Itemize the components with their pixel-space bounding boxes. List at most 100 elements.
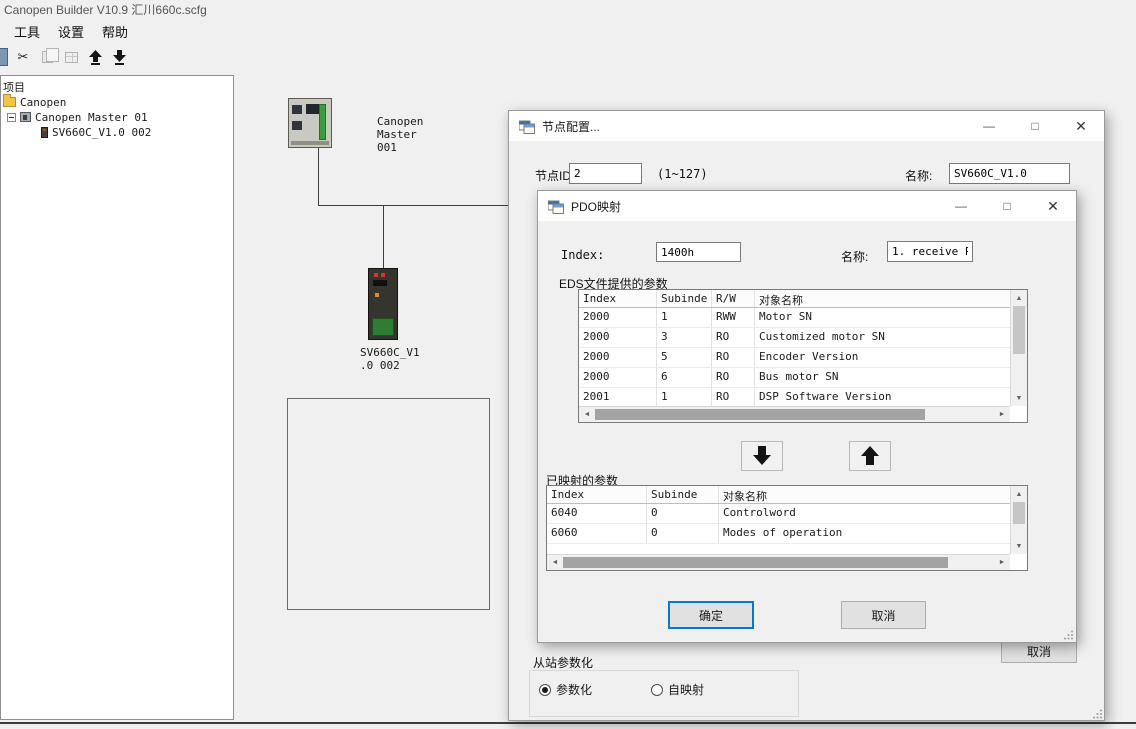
header-index[interactable]: Index	[579, 290, 657, 307]
menu-item-settings[interactable]: 设置	[58, 22, 84, 41]
pdo-dialog-titlebar[interactable]: PDO映射 — □ ✕	[538, 191, 1076, 221]
upload-icon[interactable]	[86, 48, 104, 66]
paste-icon[interactable]	[62, 48, 80, 66]
master-device-label: Canopen Master 001	[377, 115, 423, 154]
pdo-name-input[interactable]	[887, 241, 973, 262]
table-row[interactable]: 2000 6 RO Bus motor SN	[579, 368, 1010, 388]
cell-rw: RO	[712, 388, 755, 406]
header-index[interactable]: Index	[547, 486, 647, 503]
scrollbar-thumb[interactable]	[1013, 306, 1025, 354]
pdo-ok-button[interactable]: 确定	[668, 601, 754, 629]
table-row[interactable]: 2000 1 RWW Motor SN	[579, 308, 1010, 328]
menu-item-tools[interactable]: 工具	[14, 22, 40, 41]
header-rw[interactable]: R/W	[712, 290, 755, 307]
slave-drop-line	[383, 205, 384, 268]
node-id-input[interactable]	[569, 163, 642, 184]
dialog-title: 节点配置...	[542, 118, 600, 135]
radio-parameterize[interactable]: 参数化	[539, 681, 592, 698]
table-header-row: Index Subinde R/W 对象名称	[579, 290, 1010, 308]
scroll-right-icon[interactable]: ►	[994, 554, 1010, 570]
canvas-bottom-border	[0, 722, 1136, 724]
table-row[interactable]: 6040 0 Controlword	[547, 504, 1010, 524]
table-row[interactable]: 2000 3 RO Customized motor SN	[579, 328, 1010, 348]
tree-item-canopen-master[interactable]: Canopen Master 01	[7, 110, 148, 124]
table-row[interactable]: 6060 0 Modes of operation	[547, 524, 1010, 544]
cell-rw: RWW	[712, 308, 755, 327]
scrollbar-thumb[interactable]	[563, 557, 948, 568]
download-icon[interactable]	[110, 48, 128, 66]
app-window: Canopen Builder V10.9 汇川660c.scfg 工具 设置 …	[0, 0, 1136, 729]
map-down-button[interactable]	[741, 441, 783, 471]
slave-connector-icon	[372, 318, 394, 336]
tree-item-canopen[interactable]: Canopen	[3, 95, 66, 109]
close-icon[interactable]: ✕	[1058, 111, 1104, 141]
sv660c-slave-device[interactable]	[368, 268, 398, 340]
pdo-cancel-button[interactable]: 取消	[841, 601, 926, 629]
scroll-up-icon[interactable]: ▲	[1011, 290, 1027, 306]
radio-selected-icon[interactable]	[539, 684, 551, 696]
cell-subindex: 0	[647, 504, 719, 523]
vertical-scrollbar[interactable]: ▲ ▼	[1010, 290, 1027, 406]
cell-index: 2000	[579, 348, 657, 367]
scroll-left-icon[interactable]: ◄	[547, 554, 563, 570]
up-arrow-glyph	[89, 50, 102, 65]
mapped-table-rows: Index Subinde 对象名称 6040 0 Controlword 60…	[547, 486, 1010, 554]
cell-rw: RO	[712, 368, 755, 387]
scroll-right-icon[interactable]: ►	[994, 406, 1010, 422]
header-subindex[interactable]: Subinde	[657, 290, 712, 307]
collapse-expander-icon[interactable]	[7, 113, 16, 122]
map-up-button[interactable]	[849, 441, 891, 471]
vertical-scrollbar[interactable]: ▲ ▼	[1010, 486, 1027, 554]
scrollbar-thumb[interactable]	[595, 409, 925, 420]
minimize-icon[interactable]: —	[966, 111, 1012, 141]
radio-unselected-icon[interactable]	[651, 684, 663, 696]
slave-param-group-label: 从站参数化	[533, 654, 593, 671]
cell-subindex: 1	[657, 308, 712, 327]
menu-item-help[interactable]: 帮助	[102, 22, 128, 41]
copy-icon[interactable]	[38, 48, 56, 66]
canopen-master-device[interactable]	[288, 98, 332, 148]
pdo-index-input[interactable]	[656, 242, 741, 262]
node-name-input[interactable]	[949, 163, 1070, 184]
dialog-title: PDO映射	[571, 198, 621, 215]
thick-down-arrow-icon	[753, 446, 771, 466]
header-object-name[interactable]: 对象名称	[755, 290, 1010, 307]
node-id-range: (1~127)	[657, 167, 708, 181]
form-icon	[548, 199, 564, 214]
slave-display-icon	[373, 280, 387, 286]
resize-grip-icon[interactable]	[1092, 708, 1103, 719]
pdo-name-label: 名称:	[841, 248, 868, 265]
cut-icon[interactable]: ✂	[14, 48, 32, 66]
cell-object-name: Encoder Version	[755, 348, 1010, 367]
minimize-icon[interactable]: —	[938, 191, 984, 221]
radio-label: 参数化	[556, 681, 592, 698]
node-dialog-titlebar[interactable]: 节点配置... — □ ✕	[509, 111, 1104, 141]
window-controls: — □ ✕	[966, 111, 1104, 141]
resize-grip-icon[interactable]	[1063, 629, 1074, 640]
header-object-name[interactable]: 对象名称	[719, 486, 1010, 503]
header-subindex[interactable]: Subinde	[647, 486, 719, 503]
menubar: 工具 设置 帮助	[0, 20, 128, 42]
pdo-mapping-dialog: PDO映射 — □ ✕ Index: 名称: EDS文件提供的参数 Index …	[537, 190, 1077, 643]
cell-object-name: Motor SN	[755, 308, 1010, 327]
scroll-up-icon[interactable]: ▲	[1011, 486, 1027, 502]
copy-pages-glyph	[42, 51, 53, 63]
maximize-icon[interactable]: □	[1012, 111, 1058, 141]
cell-index: 2000	[579, 308, 657, 327]
scrollbar-thumb[interactable]	[1013, 502, 1025, 524]
table-row[interactable]: 2000 5 RO Encoder Version	[579, 348, 1010, 368]
save-icon[interactable]	[0, 48, 8, 66]
maximize-icon[interactable]: □	[984, 191, 1030, 221]
scroll-down-icon[interactable]: ▼	[1011, 538, 1027, 554]
radio-selfmap[interactable]: 自映射	[651, 681, 704, 698]
horizontal-scrollbar[interactable]: ◄ ►	[547, 554, 1010, 570]
scroll-down-icon[interactable]: ▼	[1011, 390, 1027, 406]
eds-param-table: Index Subinde R/W 对象名称 2000 1 RWW Motor …	[578, 289, 1028, 423]
close-icon[interactable]: ✕	[1030, 191, 1076, 221]
table-row[interactable]: 2001 1 RO DSP Software Version	[579, 388, 1010, 406]
tree-item-sv660c[interactable]: SV660C_V1.0 002	[41, 125, 151, 139]
horizontal-scrollbar[interactable]: ◄ ►	[579, 406, 1010, 422]
window-titlebar: Canopen Builder V10.9 汇川660c.scfg	[0, 0, 1136, 18]
scroll-left-icon[interactable]: ◄	[579, 406, 595, 422]
down-arrow-glyph	[113, 50, 126, 65]
